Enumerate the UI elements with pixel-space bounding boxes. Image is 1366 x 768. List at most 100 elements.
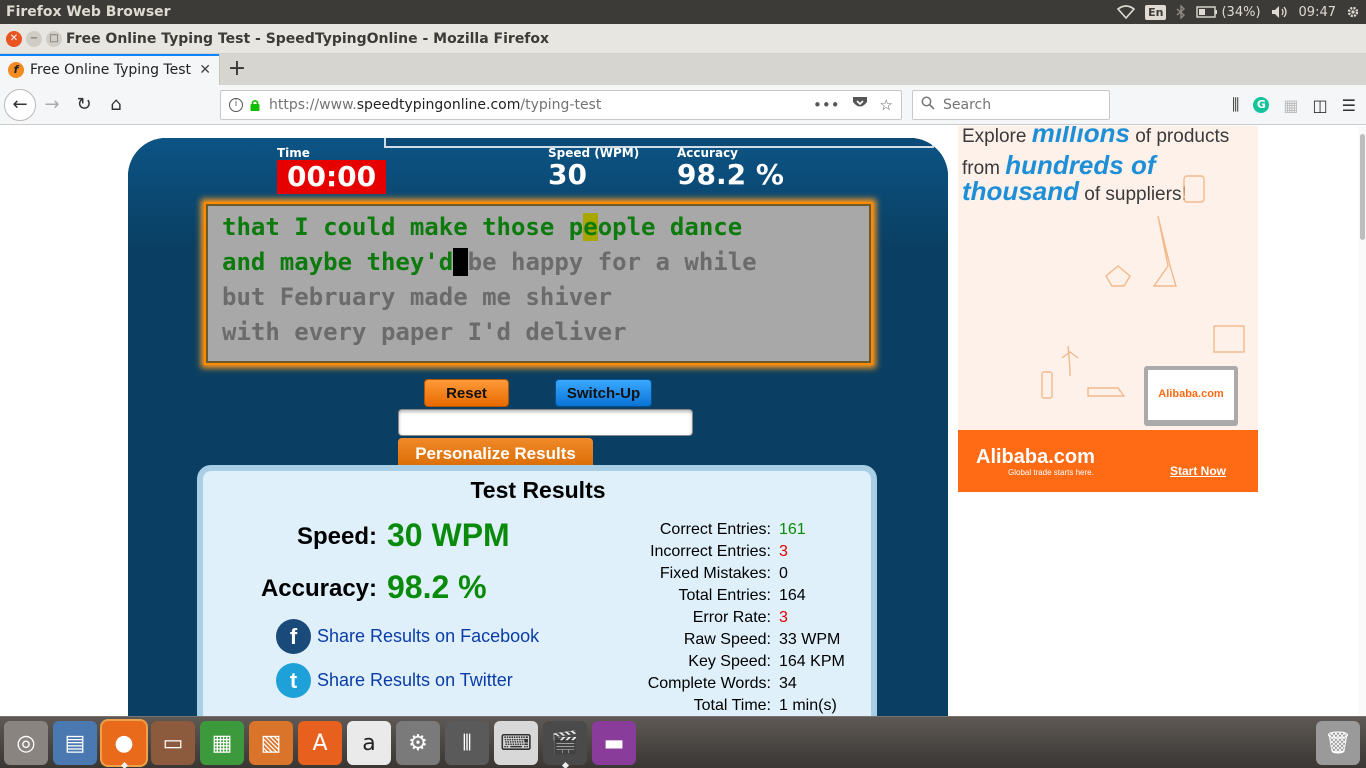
ad-start-now-link[interactable]: Start Now: [1170, 464, 1226, 478]
bluetooth-icon[interactable]: [1176, 5, 1186, 19]
test-results-panel: Test Results Speed: 30 WPM Accuracy: 98.…: [197, 465, 877, 716]
software-center-icon[interactable]: A: [298, 721, 342, 765]
typing-entry-input[interactable]: [398, 409, 693, 436]
address-bar[interactable]: i https://www.speedtypingonline.com/typi…: [220, 90, 902, 120]
battery-icon: [1196, 6, 1218, 18]
window-title: Free Online Typing Test - SpeedTypingOnl…: [66, 30, 550, 47]
results-heading: Test Results: [470, 477, 606, 503]
share-twitter-label: Share Results on Twitter: [317, 670, 513, 690]
spreadsheet-icon[interactable]: ▦: [200, 721, 244, 765]
result-detail-row: Fixed Mistakes: 0: [623, 563, 853, 585]
tab-typing-test[interactable]: f Free Online Typing Test ✕: [0, 54, 220, 85]
battery-indicator[interactable]: (34%): [1196, 4, 1261, 20]
window-title-bar[interactable]: ✕ − □ Free Online Typing Test - SpeedTyp…: [0, 24, 1366, 54]
twitter-icon: t: [276, 663, 311, 698]
result-detail-row: Error Rate: 3: [623, 607, 853, 629]
bookmark-star-icon[interactable]: ☆: [880, 96, 893, 114]
system-menu-gear-icon[interactable]: [1346, 5, 1360, 19]
result-detail-value: 34: [779, 675, 797, 692]
page-actions-menu-icon[interactable]: •••: [813, 96, 840, 114]
result-detail-row: Raw Speed: 33 WPM: [623, 629, 853, 651]
back-arrow-icon[interactable]: ←: [4, 88, 36, 121]
typing-text-box[interactable]: that I could make those people dance and…: [204, 202, 873, 365]
page-scrollbar[interactable]: [1358, 126, 1366, 716]
result-detail-label: Total Entries:: [678, 587, 771, 604]
tab-close-icon[interactable]: ✕: [199, 62, 211, 78]
result-detail-row: Incorrect Entries: 3: [623, 541, 853, 563]
dash-icon[interactable]: ◎: [4, 721, 48, 765]
mixer-icon[interactable]: ⫴: [445, 721, 489, 765]
settings-icon[interactable]: ⚙: [396, 721, 440, 765]
forward-arrow-icon[interactable]: →: [36, 89, 68, 121]
battery-percent: (34%): [1221, 4, 1261, 20]
amazon-icon[interactable]: a: [347, 721, 391, 765]
timer-value: 00:00: [277, 160, 387, 194]
share-facebook-link[interactable]: f Share Results on Facebook: [276, 619, 539, 654]
toolbar-right: ⫼ G ▦ ◫ ☰: [1232, 85, 1366, 125]
result-detail-row: Complete Words: 34: [623, 673, 853, 695]
ad-tagline: Global trade starts here.: [1008, 468, 1094, 477]
keyboard-icon[interactable]: ⌨: [494, 721, 538, 765]
reload-icon[interactable]: ↻: [68, 89, 100, 121]
url-text[interactable]: https://www.speedtypingonline.com/typing…: [269, 97, 813, 113]
result-detail-value: 164: [779, 587, 806, 604]
result-speed-value: 30 WPM: [387, 517, 510, 553]
pending-text: be happy for a while: [467, 248, 757, 276]
extension-grid-icon[interactable]: ▦: [1283, 96, 1298, 115]
result-detail-value: 3: [779, 543, 788, 560]
typed-text: and maybe they'd: [222, 248, 454, 276]
files-icon[interactable]: ▭: [151, 721, 195, 765]
hamburger-menu-icon[interactable]: ☰: [1342, 96, 1356, 115]
panel-header-strip: [384, 138, 934, 148]
clock[interactable]: 09:47: [1299, 5, 1336, 20]
reset-button[interactable]: Reset: [424, 379, 509, 407]
volume-icon[interactable]: [1271, 5, 1289, 19]
home-icon[interactable]: ⌂: [100, 89, 132, 121]
window-minimize-icon[interactable]: −: [26, 30, 42, 47]
trash-icon[interactable]: 🗑: [1316, 721, 1360, 765]
result-detail-label: Complete Words:: [647, 675, 771, 692]
result-detail-label: Correct Entries:: [659, 521, 771, 538]
result-detail-label: Incorrect Entries:: [650, 543, 771, 560]
sidebar-icon[interactable]: ◫: [1313, 96, 1328, 115]
pending-text: but February made me shiver: [222, 283, 613, 311]
keyboard-layout-indicator[interactable]: En: [1145, 4, 1167, 20]
unity-launcher: ◎ ▤ ● ▭ ▦ ▧ A a ⚙ ⫴ ⌨ 🎬 ▬ 🗑: [0, 716, 1366, 768]
share-twitter-link[interactable]: t Share Results on Twitter: [276, 663, 513, 698]
result-detail-value: 1 min(s): [779, 697, 837, 714]
switch-up-button[interactable]: Switch-Up: [555, 379, 652, 407]
grammarly-extension-icon[interactable]: G: [1253, 97, 1270, 113]
result-detail-label: Total Time:: [693, 697, 771, 714]
system-tray: En (34%) 09:47: [1117, 4, 1366, 20]
result-detail-row: Correct Entries: 161: [623, 519, 853, 541]
pending-text: with every paper I'd deliver: [222, 318, 627, 346]
window-maximize-icon[interactable]: □: [46, 30, 62, 47]
url-actions: ••• ☆: [813, 96, 901, 114]
accuracy-stat-value: 98.2 %: [677, 158, 784, 191]
library-icon[interactable]: ⫼: [1232, 95, 1239, 115]
facebook-icon: f: [276, 619, 311, 654]
result-detail-label: Key Speed:: [688, 653, 771, 670]
video-editor-icon[interactable]: 🎬: [543, 721, 587, 768]
text-line-4: with every paper I'd deliver: [222, 315, 855, 350]
text-line-1: that I could make those people dance: [222, 210, 855, 245]
url-domain: speedtypingonline.com: [356, 97, 521, 113]
firefox-icon[interactable]: ●: [102, 721, 146, 768]
text-line-3: but February made me shiver: [222, 280, 855, 315]
window-close-icon[interactable]: ✕: [6, 30, 22, 47]
wifi-icon[interactable]: [1117, 5, 1136, 19]
active-app-name: Firefox Web Browser: [6, 4, 171, 20]
presentation-icon[interactable]: ▧: [249, 721, 293, 765]
new-tab-plus-icon[interactable]: +: [220, 54, 254, 85]
workspace-icon[interactable]: ▬: [592, 721, 636, 765]
search-bar[interactable]: Search: [912, 90, 1110, 120]
alibaba-ad-banner[interactable]: Explore millions of products from hundre…: [958, 126, 1258, 492]
result-detail-value: 33 WPM: [779, 631, 841, 648]
document-viewer-icon[interactable]: ▤: [53, 721, 97, 765]
result-detail-label: Fixed Mistakes:: [659, 565, 771, 582]
window-controls: ✕ − □: [0, 30, 66, 47]
site-info-icon[interactable]: i: [229, 98, 243, 112]
pocket-icon[interactable]: [852, 96, 868, 114]
page-scrollbar-thumb[interactable]: [1360, 134, 1365, 240]
result-detail-row: Total Time: 1 min(s): [623, 695, 853, 716]
